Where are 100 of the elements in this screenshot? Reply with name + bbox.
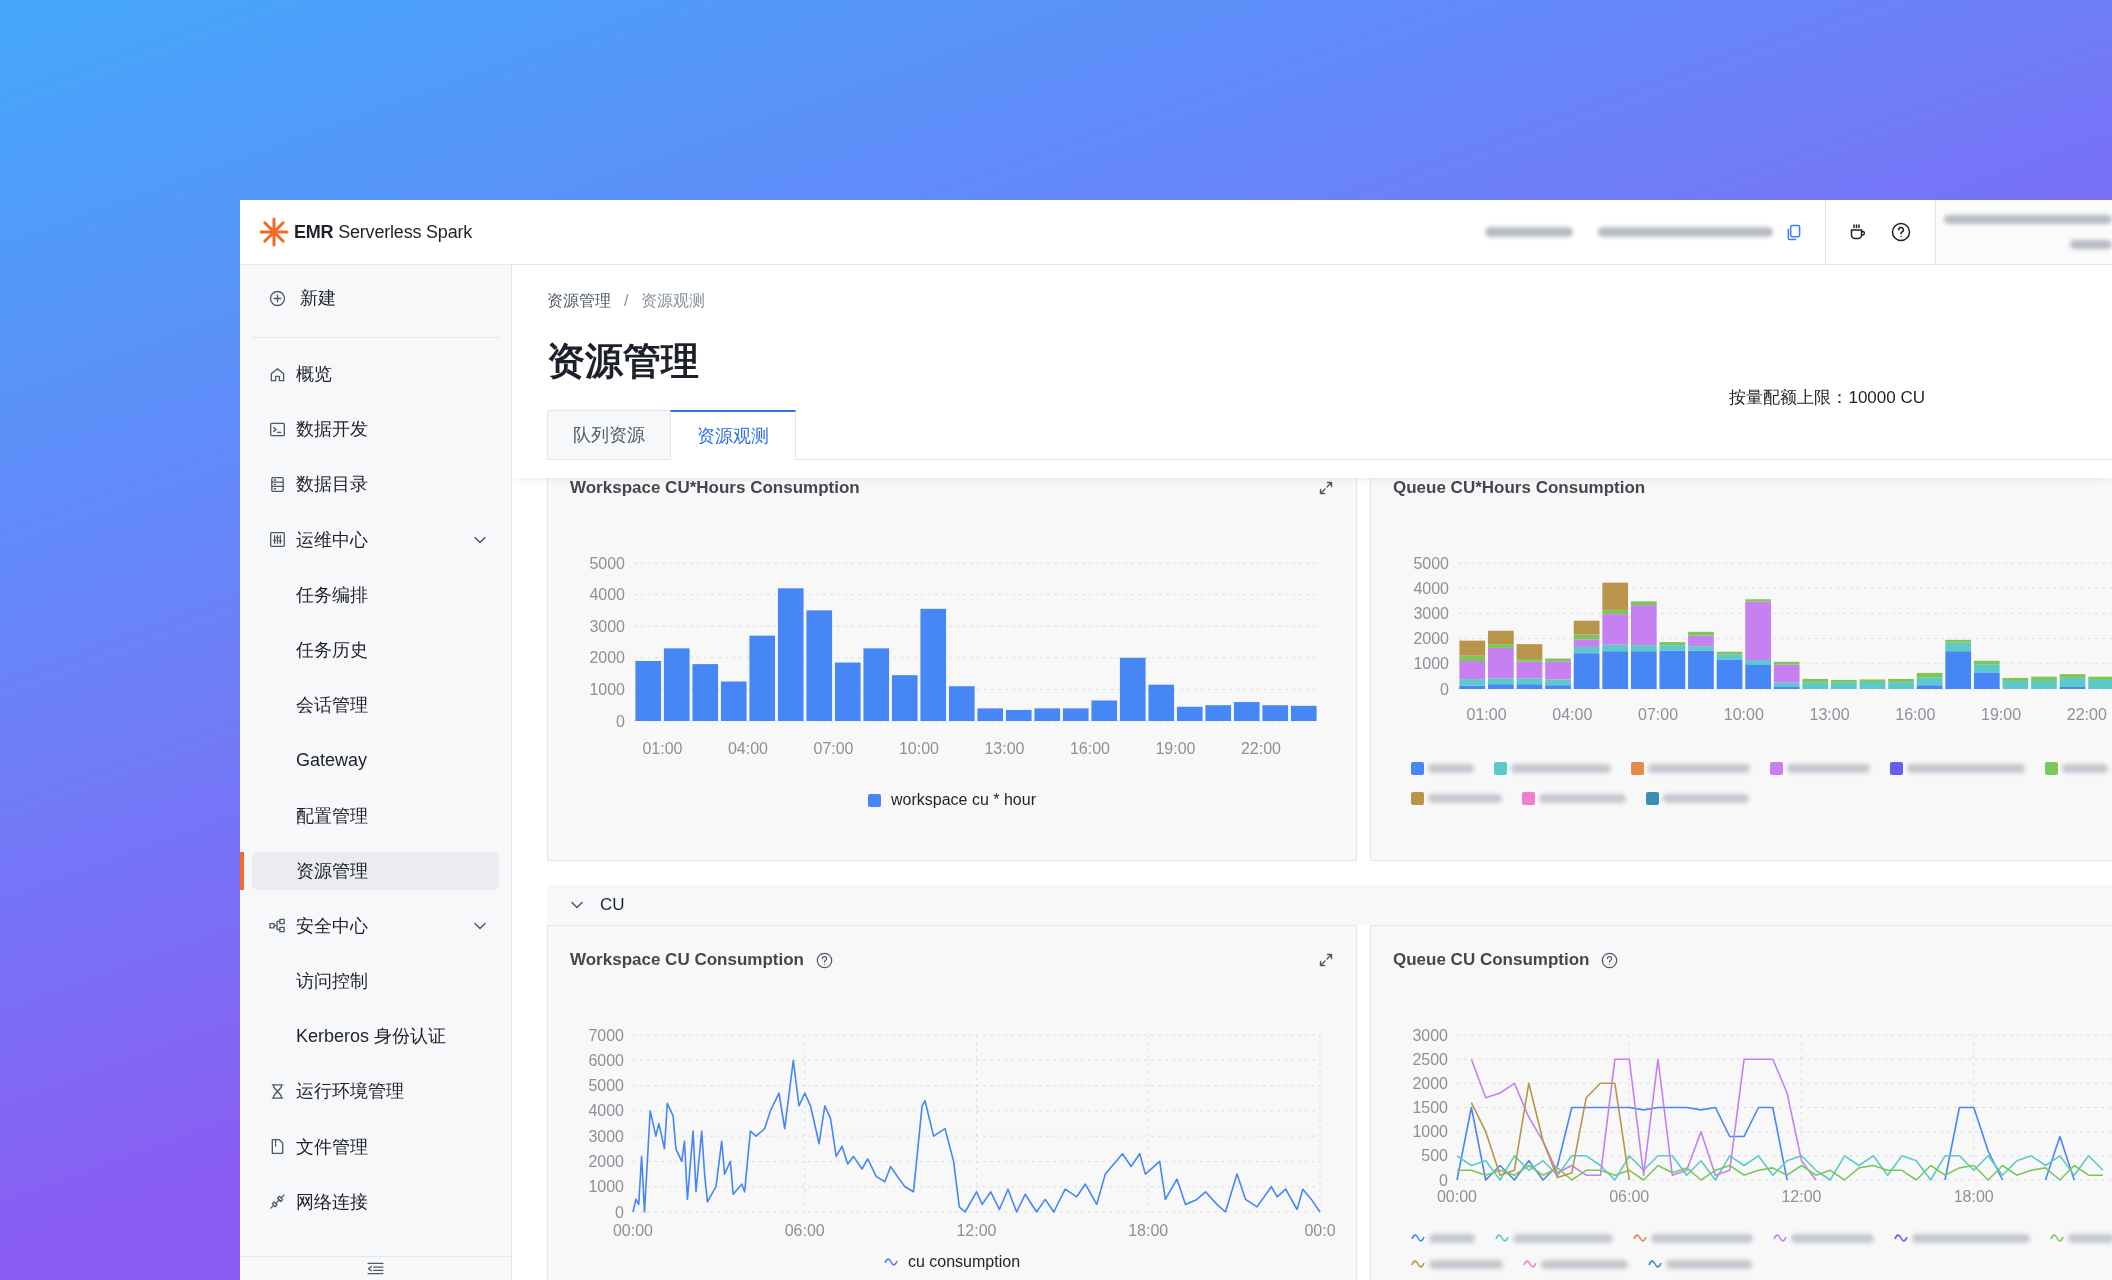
- active-indicator: [240, 851, 244, 890]
- new-button[interactable]: 新建: [252, 279, 499, 317]
- axis-tick-label: 12:00: [956, 1222, 997, 1239]
- home-icon: [269, 365, 286, 383]
- copy-icon[interactable]: [1786, 223, 1801, 241]
- nav-item[interactable]: 概览: [252, 355, 499, 393]
- nav-item[interactable]: Gateway: [252, 741, 499, 780]
- legend-label: workspace cu * hour: [891, 790, 1036, 810]
- chart-bar: [1034, 708, 1061, 721]
- chart-bar: [977, 708, 1004, 721]
- axis-tick-label: 3000: [588, 1127, 624, 1145]
- collapse-menu-icon[interactable]: [367, 1262, 384, 1275]
- tab[interactable]: 队列资源: [547, 410, 671, 460]
- axis-tick-label: 12:00: [1781, 1188, 1822, 1205]
- nav-item[interactable]: 数据目录: [252, 465, 499, 504]
- file-icon: [269, 1138, 286, 1156]
- help-icon[interactable]: [815, 951, 833, 969]
- nav-item[interactable]: 会话管理: [252, 686, 499, 725]
- chart-bar: [1233, 702, 1260, 721]
- nav-item[interactable]: 网络连接: [252, 1182, 499, 1221]
- hourglass-icon: [269, 1082, 286, 1100]
- axis-tick-label: 22:00: [1241, 740, 1281, 757]
- axis-tick-label: 22:00: [2066, 706, 2107, 723]
- axis-tick-label: 13:00: [984, 740, 1025, 757]
- nav-item[interactable]: 访问控制: [252, 962, 499, 1001]
- axis-tick-label: 4000: [1413, 579, 1449, 597]
- axis-tick-label: 5000: [1413, 554, 1449, 572]
- nav-item[interactable]: 任务编排: [252, 575, 499, 614]
- axis-tick-label: 5000: [588, 1077, 624, 1095]
- nav-item[interactable]: 配置管理: [252, 796, 499, 835]
- axis-tick-label: 07:00: [813, 740, 854, 757]
- axis-tick-label: 10:00: [899, 740, 939, 757]
- tab[interactable]: 资源观测: [670, 410, 796, 460]
- help-icon[interactable]: [1891, 222, 1911, 242]
- blurred-label: [2062, 763, 2108, 773]
- axis-tick-label: 1000: [1413, 655, 1449, 673]
- chart-title: Queue CU Consumption: [1393, 950, 1590, 970]
- axis-tick-label: 5000: [589, 554, 625, 572]
- nav-item[interactable]: 资源管理: [252, 851, 499, 890]
- blurred-label: [1428, 763, 1474, 773]
- axis-tick-label: 06:00: [784, 1222, 825, 1239]
- axis-tick-label: 4000: [589, 586, 625, 604]
- axis-tick-label: 00:0: [1304, 1222, 1336, 1239]
- nav-item[interactable]: 安全中心: [252, 906, 499, 945]
- chart-bar: [635, 660, 662, 721]
- axis-tick-label: 00:00: [1437, 1188, 1477, 1205]
- axis-tick-label: 19:00: [1155, 740, 1196, 757]
- axis-tick-label: 4000: [588, 1102, 624, 1120]
- expand-icon[interactable]: [1319, 953, 1333, 967]
- nav-item[interactable]: Kerberos 身份认证: [252, 1017, 499, 1056]
- page-title: 资源管理: [547, 340, 699, 382]
- axis-tick-label: 01:00: [1466, 706, 1507, 723]
- chart-bar: [1062, 708, 1089, 721]
- breadcrumb-separator: /: [624, 291, 629, 311]
- axis-tick-label: 04:00: [1552, 706, 1593, 723]
- axis-tick-label: 1000: [589, 680, 625, 698]
- list-icon: [269, 475, 286, 493]
- axis-tick-label: 01:00: [642, 740, 683, 757]
- axis-tick-label: 2000: [588, 1152, 624, 1170]
- plus-circle-icon: [269, 289, 286, 307]
- cup-icon[interactable]: [1848, 222, 1868, 242]
- blurred-role: [2070, 240, 2112, 249]
- chart-bar: [692, 664, 719, 721]
- breadcrumb-link[interactable]: 资源管理: [547, 291, 611, 311]
- nav-item[interactable]: 运维中心: [252, 520, 499, 559]
- link-icon: [269, 1193, 286, 1211]
- section-toggle[interactable]: CU: [547, 885, 2112, 925]
- breadcrumb-current: 资源观测: [641, 291, 706, 311]
- axis-tick-label: 19:00: [1981, 706, 2022, 723]
- axis-tick-label: 0: [1439, 1171, 1448, 1189]
- axis-tick-label: 1500: [1412, 1099, 1448, 1116]
- chart-title: Queue CU*Hours Consumption: [1393, 478, 1646, 498]
- axis-tick-label: 2500: [1412, 1050, 1448, 1068]
- asterisk-logo-icon: [258, 216, 290, 248]
- hierarchy-icon: [269, 917, 286, 935]
- axis-tick-label: 3000: [1413, 604, 1449, 622]
- axis-tick-label: 13:00: [1809, 706, 1850, 723]
- axis-tick-label: 18:00: [1953, 1188, 1994, 1205]
- sliders-icon: [269, 531, 286, 549]
- chart-title: Workspace CU*Hours Consumption: [570, 478, 860, 498]
- nav-item[interactable]: 文件管理: [252, 1127, 499, 1166]
- chart-title: Workspace CU Consumption: [570, 950, 804, 970]
- axis-tick-label: 3000: [1412, 1026, 1448, 1044]
- nav-item[interactable]: 数据开发: [252, 410, 499, 449]
- axis-tick-label: 2000: [1413, 630, 1449, 648]
- chart-bar: [1005, 709, 1032, 721]
- nav-item[interactable]: 任务历史: [252, 630, 499, 669]
- axis-tick-label: 0: [1440, 680, 1449, 698]
- help-icon[interactable]: [1601, 951, 1619, 969]
- nav-item[interactable]: 运行环境管理: [252, 1072, 499, 1111]
- axis-tick-label: 04:00: [728, 740, 768, 757]
- chart-bar: [1290, 705, 1317, 721]
- legend-label: cu consumption: [907, 1252, 1021, 1272]
- axis-tick-label: 500: [1421, 1147, 1448, 1165]
- quota-text: 按量配额上限：10000 CU: [1729, 388, 1925, 408]
- axis-tick-label: 06:00: [1609, 1188, 1650, 1205]
- expand-icon[interactable]: [1319, 481, 1333, 495]
- product-name: EMR Serverless Spark: [294, 221, 473, 243]
- chart-bar: [1205, 705, 1232, 721]
- axis-tick-label: 1000: [588, 1178, 624, 1196]
